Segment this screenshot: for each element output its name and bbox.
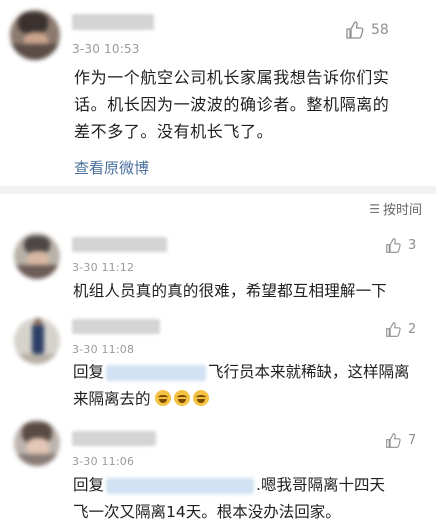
reply-timestamp: 3-30 11:06 bbox=[72, 455, 135, 468]
reply-text: 来隔离去的 bbox=[73, 390, 151, 408]
reply-timestamp: 3-30 11:12 bbox=[72, 261, 135, 274]
thumbs-up-icon bbox=[346, 21, 364, 39]
sort-icon: ☰ bbox=[369, 201, 380, 216]
like-count: 7 bbox=[408, 433, 417, 448]
comment-text-line: 话。机长因为一波波的确诊者。整机隔离的 bbox=[74, 95, 390, 114]
reply-timestamp: 3-30 11:08 bbox=[72, 343, 135, 356]
reply-text-line: 回复 飞行员本来就稀缺，这样隔离 bbox=[73, 359, 410, 386]
like-count: 2 bbox=[408, 322, 417, 337]
reply-text: .嗯我哥隔离十四天 bbox=[256, 476, 385, 494]
comment-text-line: 差不多了。没有机长飞了。 bbox=[74, 122, 274, 141]
like-button[interactable]: 2 bbox=[385, 321, 416, 338]
section-divider bbox=[0, 186, 436, 194]
mentioned-user-link[interactable] bbox=[106, 477, 255, 494]
reply-text-line: 飞一次又隔离14天。根本没办法回家。 bbox=[73, 499, 341, 526]
avatar[interactable] bbox=[14, 233, 60, 279]
laugh-cry-emoji bbox=[174, 390, 191, 406]
username[interactable] bbox=[72, 14, 154, 30]
thumbs-up-icon bbox=[386, 433, 401, 448]
view-original-link[interactable]: 查看原微博 bbox=[74, 157, 149, 178]
thumbs-up-icon bbox=[386, 238, 401, 253]
reply-text: 飞一次又隔离14天。根本没办法回家。 bbox=[73, 503, 341, 521]
reply-text-line: 来隔离去的 bbox=[73, 386, 212, 413]
username[interactable] bbox=[72, 237, 167, 252]
sort-label: 按时间 bbox=[382, 203, 422, 218]
like-button[interactable]: 58 bbox=[345, 20, 389, 40]
laugh-cry-emoji bbox=[155, 390, 172, 406]
mentioned-user-link[interactable] bbox=[106, 364, 207, 381]
comment-timestamp: 3-30 10:53 bbox=[72, 42, 140, 56]
reply-text: 飞行员本来就稀缺，这样隔离 bbox=[208, 363, 410, 381]
laugh-cry-emoji bbox=[193, 390, 210, 406]
like-count: 3 bbox=[408, 238, 417, 253]
like-count: 58 bbox=[371, 22, 389, 38]
reply-prefix: 回复 bbox=[73, 476, 105, 494]
avatar[interactable] bbox=[14, 318, 60, 364]
avatar[interactable] bbox=[10, 10, 60, 60]
like-button[interactable]: 7 bbox=[385, 432, 416, 449]
reply-text: 机组人员真的真的很难，希望都互相理解一下 bbox=[73, 282, 388, 300]
reply-text-line: 回复 .嗯我哥隔离十四天 bbox=[73, 472, 385, 499]
avatar[interactable] bbox=[14, 420, 60, 466]
like-button[interactable]: 3 bbox=[385, 237, 416, 254]
comment-text-line: 作为一个航空公司机长家属我想告诉你们实 bbox=[74, 68, 390, 87]
reply-prefix: 回复 bbox=[73, 363, 105, 381]
username[interactable] bbox=[72, 319, 160, 334]
thumbs-up-icon bbox=[386, 322, 401, 337]
sort-button[interactable]: ☰ 按时间 bbox=[369, 199, 422, 219]
username[interactable] bbox=[72, 431, 156, 446]
